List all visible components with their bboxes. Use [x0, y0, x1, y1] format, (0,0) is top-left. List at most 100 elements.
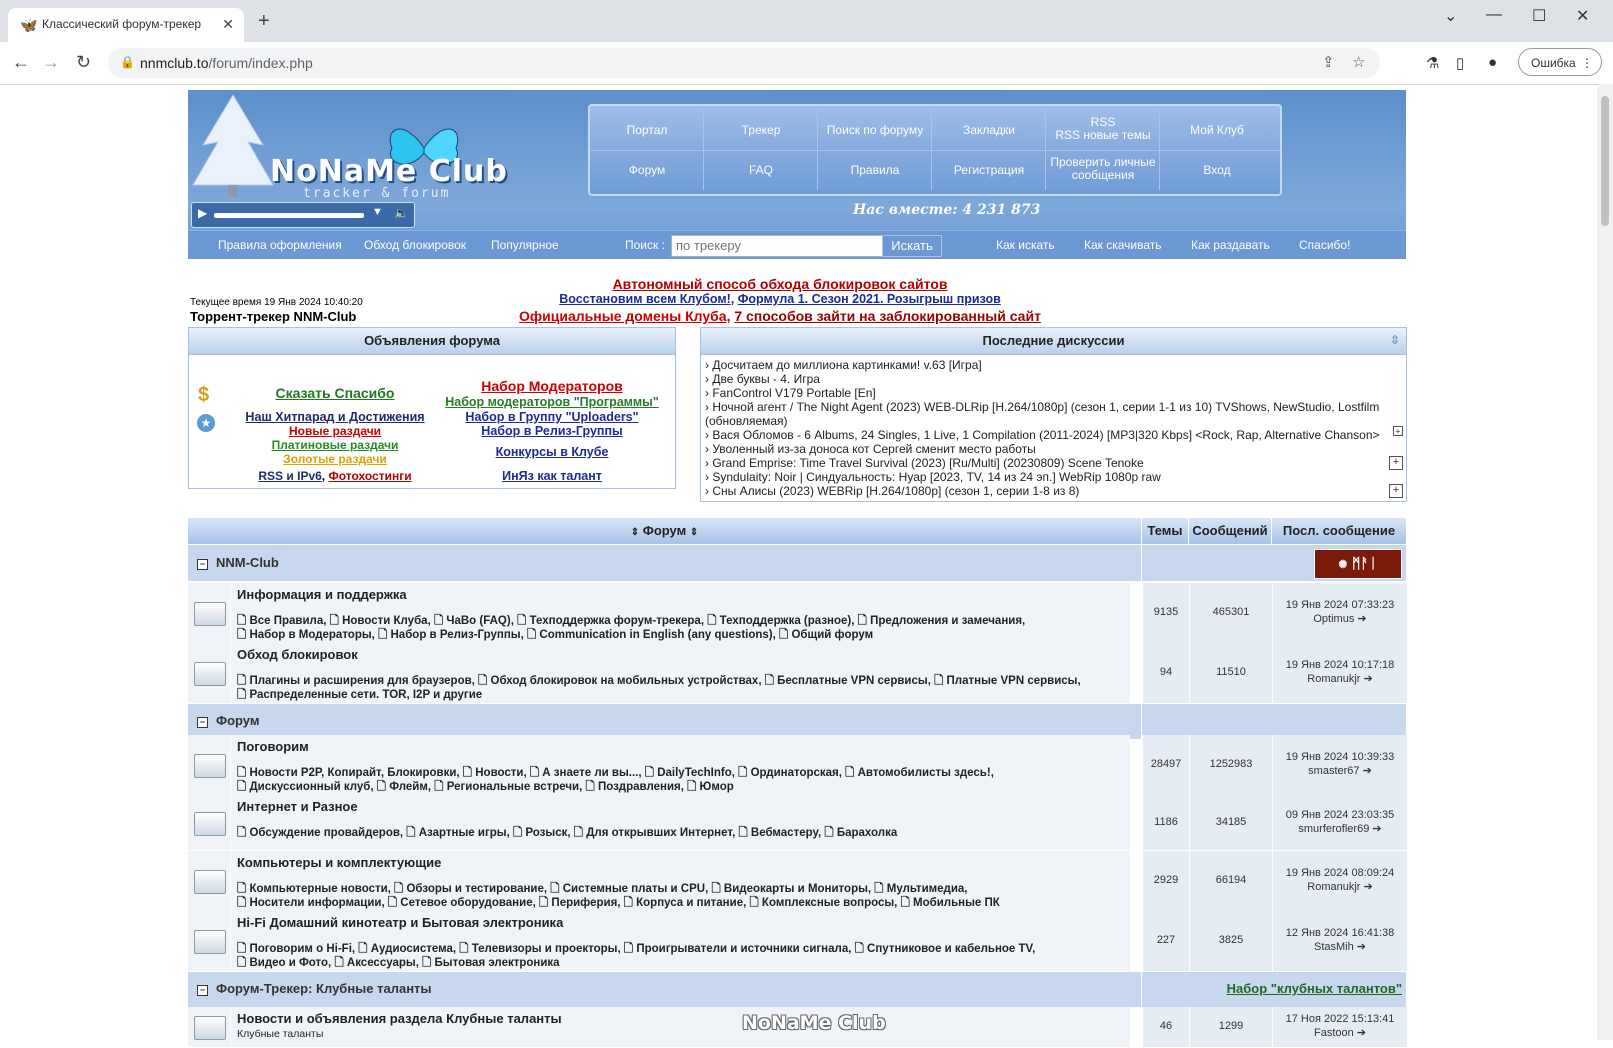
moderators-programs-link[interactable]: Набор модераторов "Программы" — [437, 395, 667, 409]
subnav-bypass[interactable]: Обход блокировок — [364, 238, 466, 252]
menu-register[interactable]: Регистрация — [932, 164, 1046, 177]
announcement-domains-link[interactable]: Официальные домены Клуба — [519, 308, 727, 324]
forward-icon[interactable]: → — [42, 52, 60, 73]
collapse-icon[interactable]: ⇳ — [1390, 333, 1400, 347]
menu-forum-search[interactable]: Поиск по форуму — [818, 124, 932, 137]
announcement-7ways-link[interactable]: 7 способов зайти на заблокированный сайт — [734, 308, 1041, 324]
contests-link[interactable]: Конкурсы в Клубе — [437, 445, 667, 459]
menu-portal[interactable]: Портал — [590, 124, 704, 137]
subnav-how-search[interactable]: Как искать — [996, 238, 1055, 252]
discussion-item[interactable]: › Сны Алисы (2023) WEBRip [H.264/1080p] … — [705, 484, 1079, 498]
category-talents[interactable]: − Форум-Трекер: Клубные таланты — [188, 971, 1141, 1007]
menu-bookmarks[interactable]: Закладки — [932, 124, 1046, 137]
new-releases-link[interactable]: Новые раздачи — [225, 424, 445, 438]
expand-icon[interactable]: + — [1389, 484, 1403, 498]
menu-my-club[interactable]: Мой Клуб — [1160, 124, 1274, 137]
announcement-restore-link[interactable]: Восстановим всем Клубом! — [559, 292, 731, 306]
goto-last-post-icon[interactable]: ➔ — [1372, 823, 1381, 835]
minimize-icon[interactable]: — — [1486, 6, 1502, 24]
talents-recruit-link[interactable]: Набор "клубных талантов" — [1227, 971, 1402, 1007]
menu-check-pm[interactable]: Проверить личные сообщения — [1046, 156, 1160, 182]
goto-last-post-icon[interactable]: ➔ — [1363, 765, 1372, 777]
rss-ipv6-link[interactable]: RSS и IPv6 — [258, 469, 321, 483]
forum-title-link[interactable]: Компьютеры и комплектующие — [237, 855, 441, 870]
bookmark-star-icon[interactable]: ☆ — [1352, 53, 1365, 71]
player-progress[interactable] — [214, 213, 364, 218]
discussion-item[interactable]: › FanControl V179 Portable [En] — [705, 386, 876, 400]
last-post-user-link[interactable]: smurferofler69 — [1298, 823, 1369, 835]
close-tab-icon[interactable]: ✕ — [222, 16, 234, 33]
goto-last-post-icon[interactable]: ➔ — [1357, 941, 1366, 953]
goto-last-post-icon[interactable]: ➔ — [1364, 673, 1373, 685]
planet-banner-icon[interactable]: ✺ ᛗᚨᛁ — [1314, 549, 1402, 579]
subforum-links[interactable]: 🗋 Распределенные сети. TOR, I2P и другие — [237, 687, 482, 706]
search-button[interactable]: Искать — [882, 235, 942, 257]
share-icon[interactable]: ⇪ — [1322, 53, 1335, 71]
scrollbar-thumb[interactable] — [1601, 96, 1609, 226]
forum-title-link[interactable]: Интернет и Разное — [237, 799, 358, 814]
close-window-icon[interactable]: ✕ — [1576, 6, 1589, 26]
category-forum[interactable]: − Форум — [188, 703, 1141, 739]
forum-title-link[interactable]: Новости и объявления раздела Клубные тал… — [237, 1011, 562, 1026]
site-logo[interactable]: NoNaMe Club — [270, 154, 508, 189]
forum-title-link[interactable]: Hi-Fi Домашний кинотеатр и Бытовая элект… — [237, 915, 563, 930]
discussion-item[interactable]: › Grand Emprise: Time Travel Survival (2… — [705, 456, 1144, 470]
goto-last-post-icon[interactable]: ➔ — [1364, 881, 1373, 893]
back-icon[interactable]: ← — [12, 52, 30, 73]
new-tab-icon[interactable]: + — [258, 10, 270, 33]
discussion-item[interactable]: › Ночной агент / The Night Agent (2023) … — [705, 400, 1379, 414]
goto-last-post-icon[interactable]: ➔ — [1357, 613, 1366, 625]
volume-icon[interactable]: 🔈 — [394, 206, 409, 220]
scrollbar[interactable] — [1597, 84, 1613, 1040]
menu-faq[interactable]: FAQ — [704, 164, 818, 177]
sidebar-icon[interactable]: ▯ — [1456, 54, 1464, 72]
last-post-user-link[interactable]: Optimus — [1313, 613, 1354, 625]
subforum-links[interactable]: Клубные таланты — [237, 1028, 323, 1040]
collapse-category-icon[interactable]: − — [197, 717, 208, 728]
announcement-f1-link[interactable]: Формула 1. Сезон 2021. Розыгрыш призов — [738, 292, 1001, 306]
maximize-icon[interactable]: ☐ — [1532, 6, 1546, 26]
photohosting-link[interactable]: Фотохостинги — [328, 469, 411, 483]
discussion-item[interactable]: › Syndulaity: Noir | Синдуальность: Нуар… — [705, 470, 1161, 484]
forum-title-link[interactable]: Информация и поддержка — [237, 587, 407, 602]
subforum-links[interactable]: 🗋 Обсуждение провайдеров, 🗋 Азартные игр… — [237, 825, 897, 844]
play-icon[interactable]: ▶ — [198, 206, 207, 220]
menu-forum[interactable]: Форум — [590, 164, 704, 177]
last-post-user-link[interactable]: smaster67 — [1308, 765, 1359, 777]
collapse-category-icon[interactable]: − — [197, 985, 208, 996]
discussion-item[interactable]: › Вася Обломов - 6 Albums, 24 Singles, 1… — [705, 428, 1380, 442]
subforum-links[interactable]: 🗋 Видео и Фото, 🗋 Аксессуары, 🗋 Бытовая … — [237, 955, 560, 974]
last-post-user-link[interactable]: StasMih — [1314, 941, 1354, 953]
subnav-popular[interactable]: Популярное — [491, 238, 559, 252]
goto-last-post-icon[interactable]: ➔ — [1357, 1027, 1366, 1039]
subnav-thanks[interactable]: Спасибо! — [1299, 238, 1350, 252]
subnav-how-seed[interactable]: Как раздавать — [1191, 238, 1270, 252]
browser-tab[interactable]: 🦋 Классический форум-трекер ✕ — [8, 8, 244, 42]
hitparade-link[interactable]: Наш Хитпарад и Достижения — [225, 410, 445, 424]
menu-login[interactable]: Вход — [1160, 164, 1274, 177]
moderators-recruit-link[interactable]: Набор Модераторов — [437, 378, 667, 394]
subnav-how-download[interactable]: Как скачивать — [1084, 238, 1162, 252]
last-post-user-link[interactable]: Fastoon — [1314, 1027, 1354, 1039]
last-post-user-link[interactable]: Romanukjr — [1307, 881, 1360, 893]
say-thanks-link[interactable]: Сказать Спасибо — [225, 385, 445, 401]
discussion-item[interactable]: › Две буквы - 4. Игра — [705, 372, 820, 386]
platinum-releases-link[interactable]: Платиновые раздачи — [225, 438, 445, 452]
release-groups-link[interactable]: Набор в Релиз-Группы — [437, 424, 667, 438]
forum-title-link[interactable]: Обход блокировок — [237, 647, 358, 662]
subnav-rules[interactable]: Правила оформления — [218, 238, 342, 252]
discussion-item[interactable]: › Уволенный из-за доноса кот Сергей смен… — [705, 442, 1036, 456]
expand-small-icon[interactable]: + — [1393, 426, 1403, 436]
expand-icon[interactable]: + — [1389, 456, 1403, 470]
error-button[interactable]: Ошибка ⋮ — [1518, 48, 1602, 76]
extension-icon[interactable]: ⚗ — [1426, 54, 1439, 72]
url-field[interactable]: 🔒 nnmclub.to/forum/index.php ☆ ⇪ — [108, 48, 1380, 78]
audio-player[interactable]: ▶ ▼ 🔈 — [191, 202, 415, 228]
uploaders-link[interactable]: Набор в Группу "Uploaders" — [437, 410, 667, 424]
category-nnm-club[interactable]: − NNM-Club — [188, 545, 1141, 581]
forum-title-link[interactable]: Поговорим — [237, 739, 309, 754]
last-post-user-link[interactable]: Romanukjr — [1307, 673, 1360, 685]
announcement-bypass[interactable]: Автономный способ обхода блокировок сайт… — [380, 276, 1180, 292]
player-dropdown-icon[interactable]: ▼ — [372, 206, 383, 218]
chevron-down-icon[interactable]: ⌄ — [1444, 6, 1457, 26]
